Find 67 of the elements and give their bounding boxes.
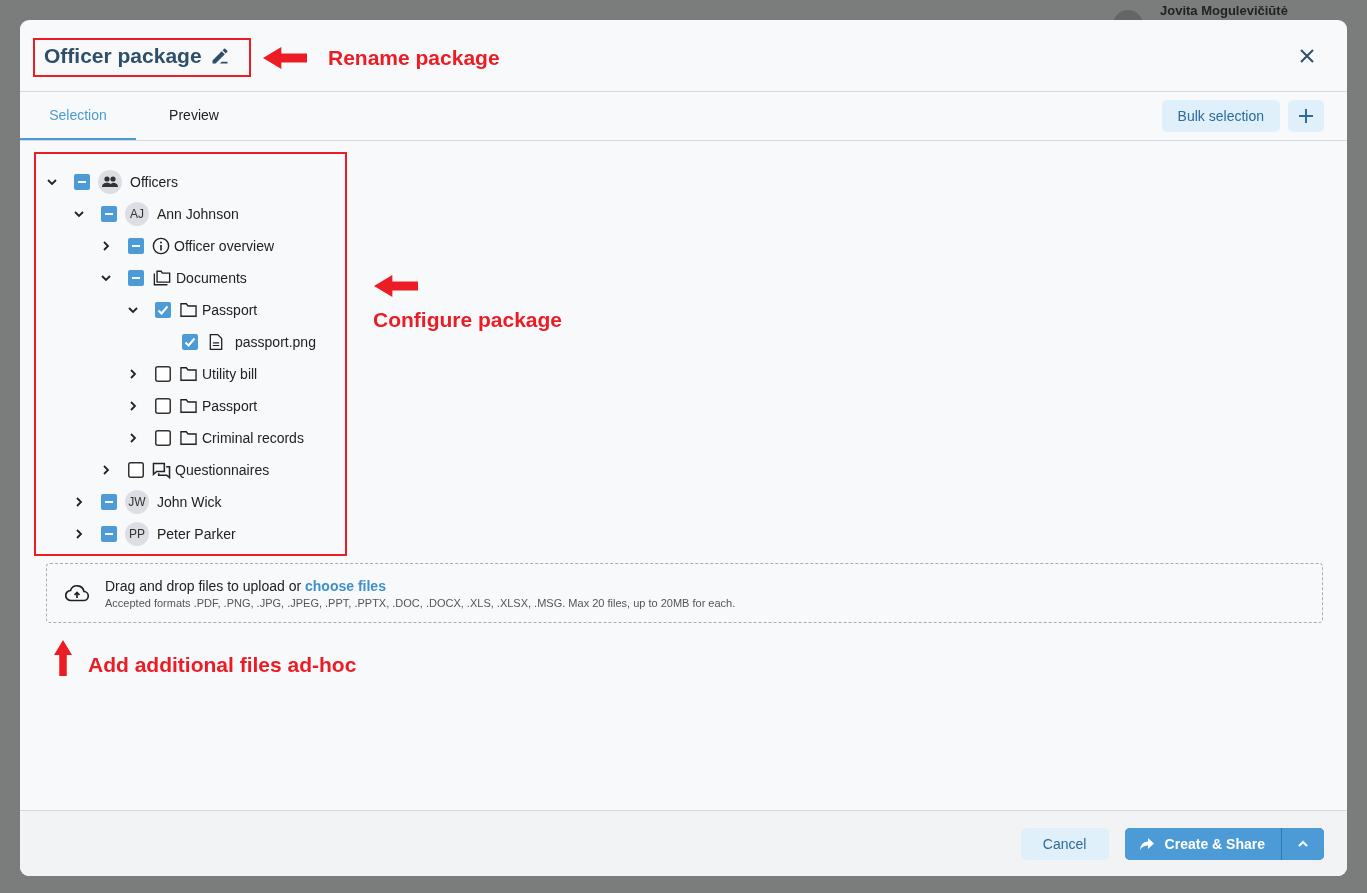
tree-item-label[interactable]: Peter Parker xyxy=(157,526,236,542)
checkbox[interactable] xyxy=(128,270,144,286)
checkbox[interactable] xyxy=(101,206,117,222)
arrow-icon xyxy=(373,275,419,297)
arrow-icon xyxy=(52,640,74,676)
checkbox[interactable] xyxy=(155,366,171,382)
folder-icon xyxy=(179,302,198,318)
tree-item-label[interactable]: Questionnaires xyxy=(175,462,270,478)
checkbox[interactable] xyxy=(182,334,198,350)
share-arrow-icon xyxy=(1138,836,1155,851)
checkbox[interactable] xyxy=(128,462,144,478)
checkbox[interactable] xyxy=(101,526,117,542)
people-icon xyxy=(98,170,122,194)
annotation-label: Add additional files ad-hoc xyxy=(88,653,357,677)
folder-icon xyxy=(179,430,198,446)
tree-item-label[interactable]: Officers xyxy=(130,174,178,190)
chevron-right-icon[interactable] xyxy=(100,240,112,252)
upload-hint: Accepted formats .PDF, .PNG, .JPG, .JPEG, .PPT, .PPTX, .DOC, .DOCX, .XLS, .XLSX, .MSG. Max 20 files, up to 20MB for each. xyxy=(105,596,736,609)
document-icon xyxy=(209,333,223,351)
tree-item-label[interactable]: Documents xyxy=(176,270,247,286)
upload-dropzone[interactable]: Drag and drop files to upload or choose files Accepted formats .PDF, .PNG, .JPG, .JPEG, .PPT, .PPTX, .DOC, .DOCX, .XLS, .XLSX, .MSG. Max 20 files, up to 20MB for each. xyxy=(46,563,1323,623)
chevron-down-icon[interactable] xyxy=(100,272,112,284)
checkbox[interactable] xyxy=(155,302,171,318)
cloud-upload-icon xyxy=(65,584,89,602)
cancel-button[interactable]: Cancel xyxy=(1020,827,1109,860)
chevron-right-icon[interactable] xyxy=(127,400,139,412)
plus-icon xyxy=(1298,108,1314,124)
chevron-right-icon[interactable] xyxy=(73,528,85,540)
folders-icon xyxy=(152,269,172,287)
tree-item-label[interactable]: Passport xyxy=(202,398,258,414)
chat-icon xyxy=(152,461,171,479)
tab[interactable]: Preview xyxy=(136,92,252,140)
upload-instruction: Drag and drop files to upload or xyxy=(105,577,302,594)
tree-item-label[interactable]: Ann Johnson xyxy=(157,206,239,222)
chevron-down-icon[interactable] xyxy=(127,304,139,316)
dialog-title: Officer package xyxy=(44,43,202,68)
tree-item-label[interactable]: Passport xyxy=(202,302,258,318)
avatar-initials: AJ xyxy=(125,202,149,226)
bulk-selection-button[interactable]: Bulk selection xyxy=(1161,100,1280,132)
folder-icon xyxy=(179,398,198,414)
chevron-right-icon[interactable] xyxy=(73,496,85,508)
add-button[interactable] xyxy=(1288,100,1324,132)
checkbox[interactable] xyxy=(128,238,144,254)
chevron-down-icon[interactable] xyxy=(46,176,58,188)
tree-item-label[interactable]: Officer overview xyxy=(174,238,275,254)
chevron-down-icon[interactable] xyxy=(73,208,85,220)
user-name: Jovita Mogulevičiūtė xyxy=(1160,3,1288,18)
tree-item-label[interactable]: John Wick xyxy=(157,494,222,510)
checkbox[interactable] xyxy=(74,174,90,190)
arrow-icon xyxy=(262,47,308,69)
tree-item-label[interactable]: passport.png xyxy=(235,334,316,350)
checkbox[interactable] xyxy=(155,398,171,414)
tree-item-label[interactable]: Utility bill xyxy=(202,366,258,382)
annotation-label: Configure package xyxy=(373,308,563,332)
chevron-right-icon[interactable] xyxy=(100,464,112,476)
caret-up-button[interactable] xyxy=(1282,827,1324,860)
folder-icon xyxy=(179,366,198,382)
checkbox[interactable] xyxy=(155,430,171,446)
avatar-initials: JW xyxy=(125,490,149,514)
close-icon[interactable] xyxy=(1299,47,1315,64)
tree-item-label[interactable]: Criminal records xyxy=(202,430,304,446)
checkbox[interactable] xyxy=(101,494,117,510)
chevron-right-icon[interactable] xyxy=(127,368,139,380)
avatar-initials: PP xyxy=(125,522,149,546)
annotation-label: Rename package xyxy=(328,46,500,70)
chevron-right-icon[interactable] xyxy=(127,432,139,444)
info-icon xyxy=(152,237,170,255)
